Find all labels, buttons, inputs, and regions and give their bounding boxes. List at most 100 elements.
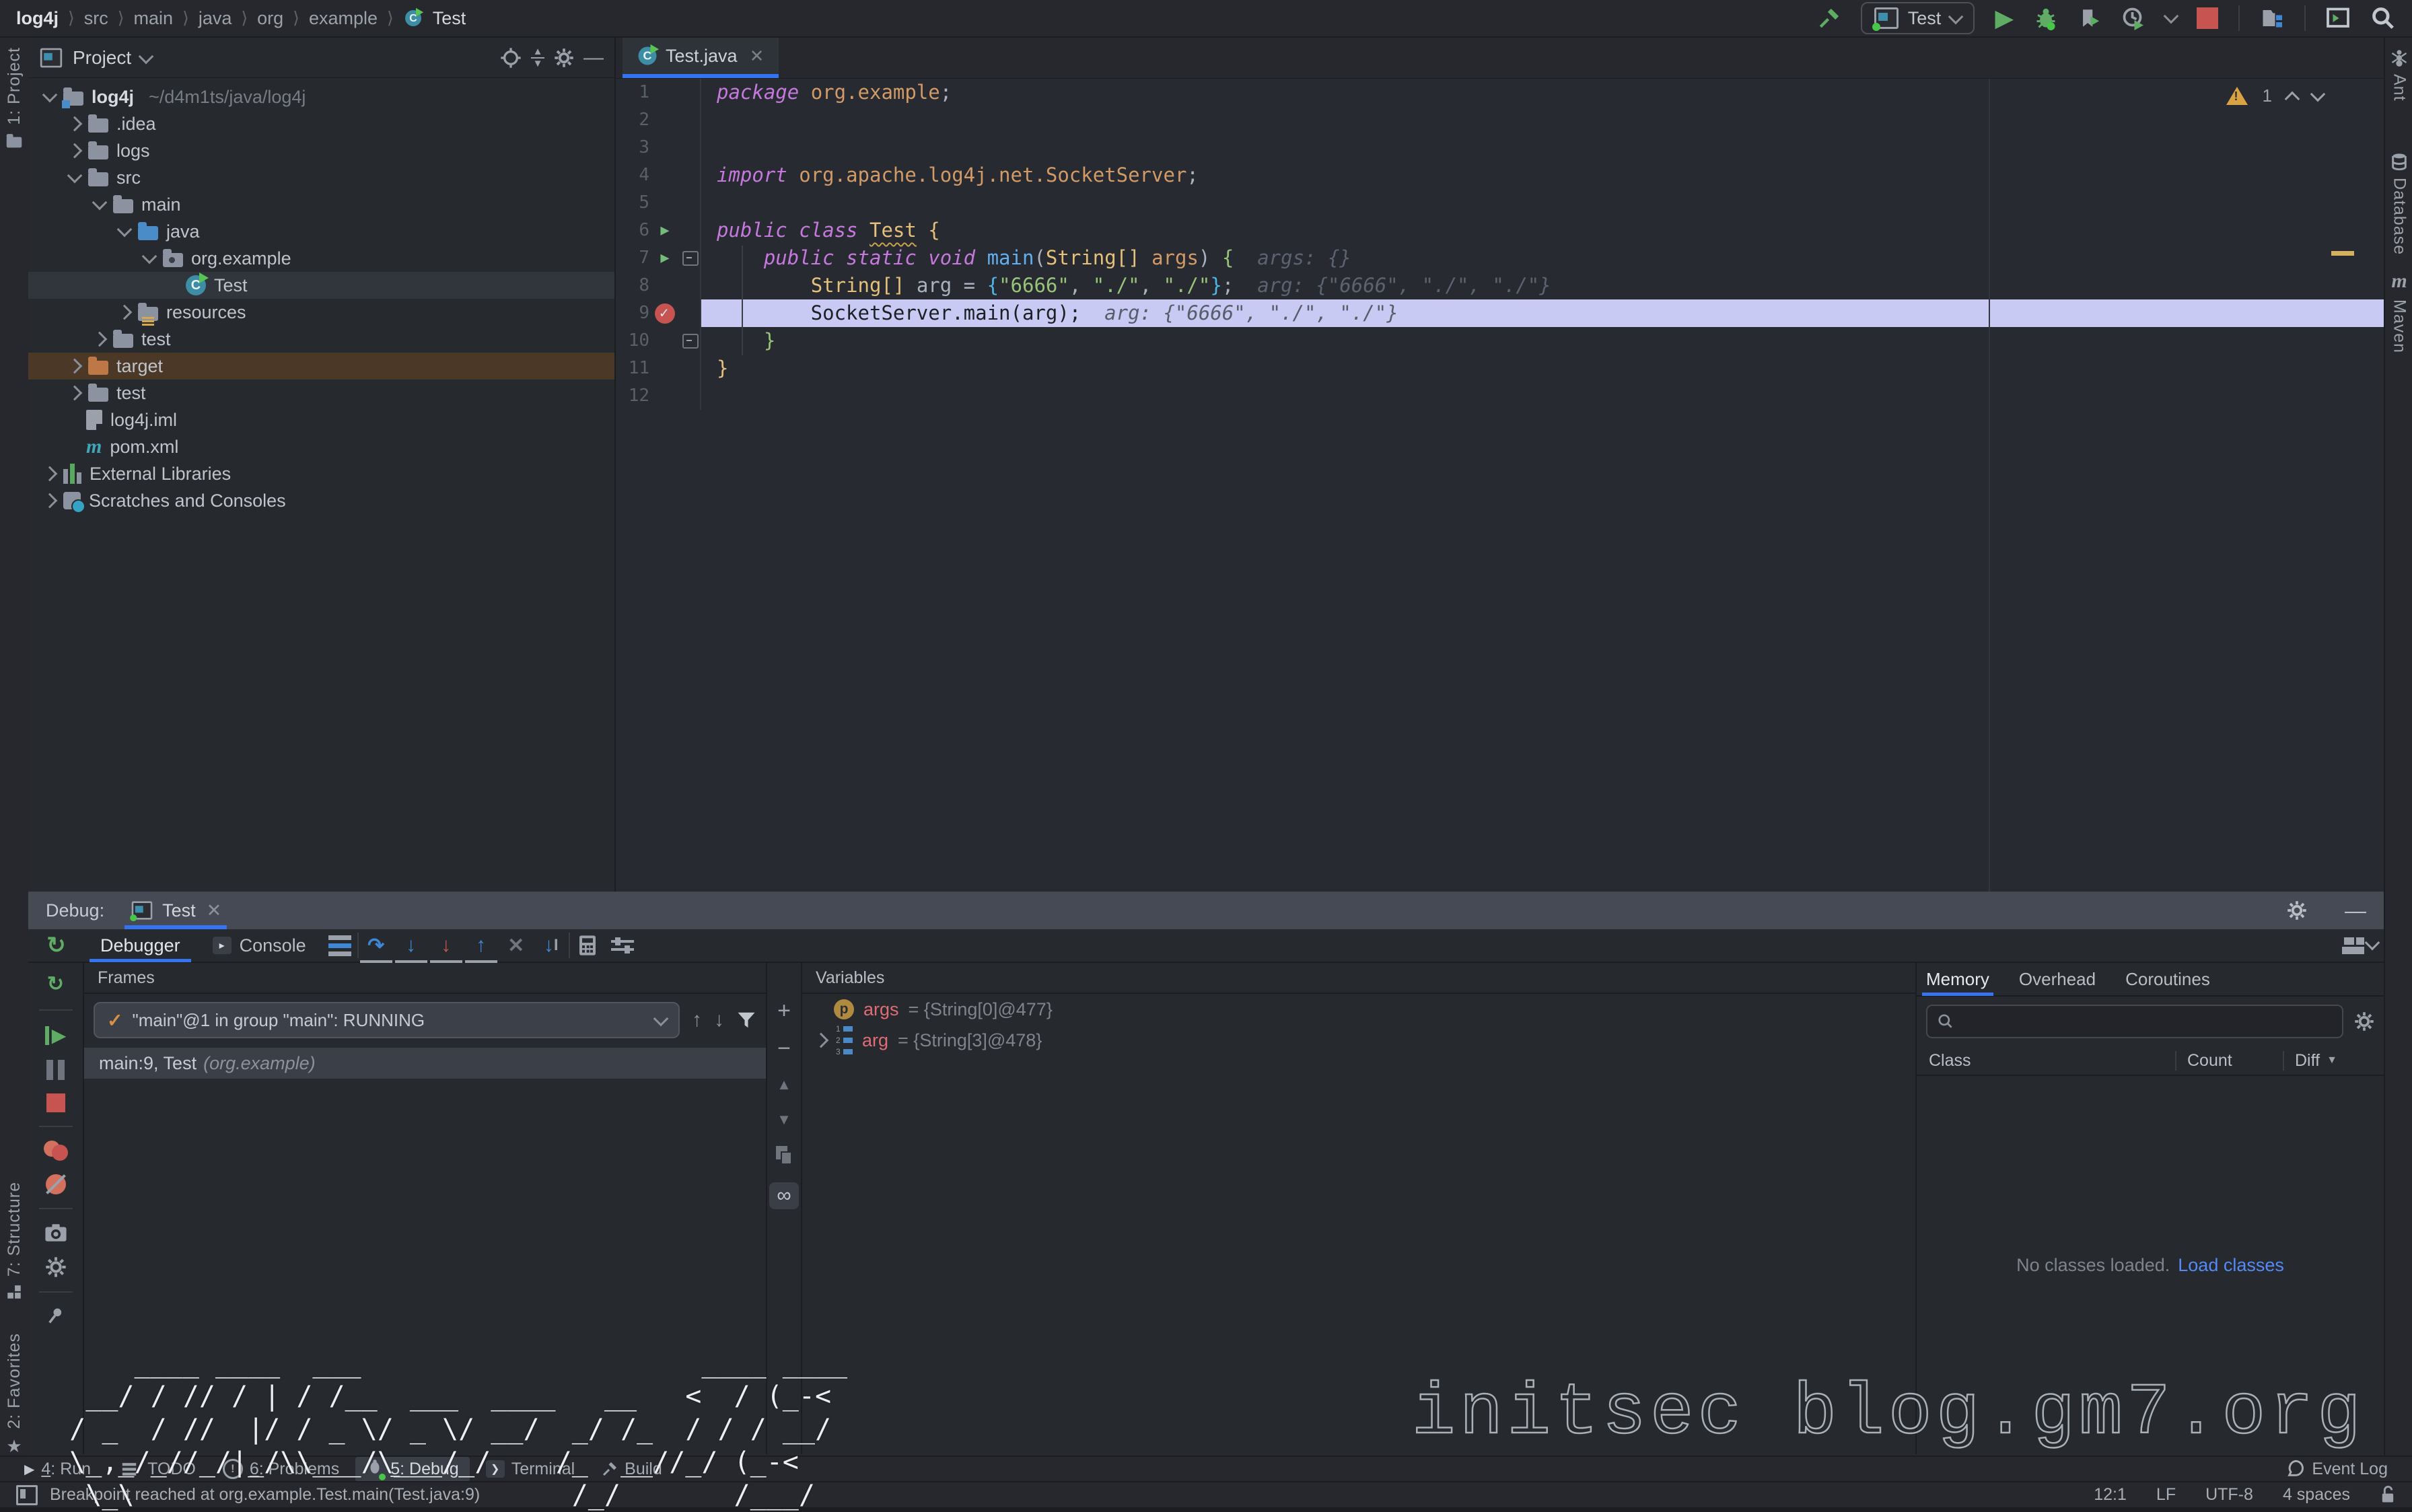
tree-expand-icon[interactable] [42,493,58,509]
filter-frames-icon[interactable] [736,1011,756,1030]
tree-item-logs[interactable]: logs [28,137,614,164]
inspection-widget[interactable]: 1 [2226,85,2323,106]
tab-debugger[interactable]: Debugger [84,929,197,962]
breadcrumb-item[interactable]: org [257,8,283,29]
stop-program-icon[interactable] [46,1093,65,1112]
gutter[interactable]: 5 [616,189,700,217]
event-log-button[interactable]: Event Log [2275,1458,2399,1480]
rerun-icon[interactable]: ↻ [28,932,84,959]
gutter[interactable]: 6 ▶ [616,217,700,244]
tab-console[interactable]: ▸ Console [197,929,322,962]
next-frame-icon[interactable]: ↓ [714,1009,724,1032]
tree-item-test[interactable]: test [28,380,614,406]
fold-marker-icon[interactable] [682,251,699,266]
variable-row-args[interactable]: pargs = {String[0]@477} [802,994,1915,1025]
search-everywhere-icon[interactable] [2370,5,2396,31]
gutter[interactable]: 2 [616,106,700,134]
resume-program-icon[interactable]: ▶ [45,1024,67,1046]
gutter[interactable]: 9 [616,299,700,327]
lock-open-icon[interactable] [2380,1486,2396,1505]
tree-expand-icon[interactable] [67,359,83,374]
column-class[interactable]: Class [1917,1051,2175,1071]
editor-tab-test-java[interactable]: C Test.java ✕ [623,38,779,78]
locate-file-icon[interactable] [500,47,522,69]
collapse-all-icon[interactable]: ▲▼ [531,48,544,68]
tree-expand-icon[interactable] [42,466,58,482]
debug-session-tab[interactable]: Test ✕ [125,892,227,929]
step-out-icon[interactable]: ↑ [464,931,499,960]
gutter[interactable]: 3 [616,134,700,161]
fold-marker-icon[interactable] [682,334,699,349]
thread-selector[interactable]: ✓ "main"@1 in group "main": RUNNING [94,1002,680,1038]
gutter[interactable]: 4 [616,161,700,189]
drop-frame-icon[interactable]: ✕ [499,931,534,960]
close-tab-icon[interactable]: ✕ [750,46,765,67]
code-line-7[interactable]: 7 ▶ public static void main(String[] arg… [616,244,2384,272]
add-watch-icon[interactable]: + [777,1001,791,1021]
file-encoding[interactable]: UTF-8 [2205,1485,2253,1505]
memory-tab-coroutines[interactable]: Coroutines [2125,962,2210,996]
tree-expand-icon[interactable] [67,143,83,159]
breadcrumb-item[interactable]: Test [433,8,466,29]
pause-program-icon[interactable] [46,1060,65,1080]
expand-variable-icon[interactable] [814,1033,829,1048]
prev-problem-icon[interactable] [2285,91,2300,106]
memory-tab-overhead[interactable]: Overhead [2019,962,2096,996]
tool-stripe-favorites[interactable]: 2: Favorites ★ [0,1333,28,1457]
evaluate-expression-icon[interactable] [570,931,605,960]
tree-item-resources[interactable]: resources [28,299,614,326]
build-hammer-icon[interactable] [1818,7,1841,30]
view-breakpoints-icon[interactable] [44,1141,68,1161]
stop-button[interactable] [2197,7,2218,29]
layout-corner-icon[interactable] [16,1485,38,1505]
run-with-coverage-button[interactable] [2078,7,2101,30]
move-watch-down-icon[interactable]: ▼ [777,1111,791,1128]
tree-item-java[interactable]: java [28,218,614,245]
tree-collapse-icon[interactable] [42,87,58,103]
run-to-cursor-icon[interactable]: ↓I [534,931,569,960]
pin-tab-icon[interactable] [46,1306,65,1325]
gutter[interactable]: 7 ▶ [616,244,700,272]
memory-settings-gear-icon[interactable] [2354,1011,2374,1032]
step-over-icon[interactable]: ↷ [359,931,394,960]
project-view-dropdown-icon[interactable] [139,48,154,64]
code-line-12[interactable]: 12 [616,382,2384,410]
scrollbar-warning-mark[interactable] [2331,251,2354,256]
memory-tab-memory[interactable]: Memory [1926,962,1989,996]
close-session-icon[interactable]: ✕ [207,900,222,921]
prev-frame-icon[interactable]: ↑ [692,1009,702,1032]
threads-view-icon[interactable] [322,931,357,960]
breadcrumb-item[interactable]: java [199,8,232,29]
tree-expand-icon[interactable] [67,386,83,401]
next-problem-icon[interactable] [2310,86,2326,102]
project-settings-gear-icon[interactable] [554,48,574,68]
tree-collapse-icon[interactable] [92,195,108,211]
view-options-icon[interactable] [605,931,640,960]
code-line-11[interactable]: 11 } [616,355,2384,382]
debug-button[interactable] [2034,6,2058,30]
tree-item-test[interactable]: CTest [28,272,614,299]
indent-setting[interactable]: 4 spaces [2283,1485,2350,1505]
mute-breakpoints-icon[interactable] [46,1174,66,1194]
breadcrumb-item[interactable]: main [134,8,174,29]
run-button[interactable]: ▶ [1995,4,2014,32]
tree-item-scratches-and-consoles[interactable]: Scratches and Consoles [28,487,614,514]
gutter[interactable]: 12 [616,382,700,410]
code-line-10[interactable]: 10 } [616,327,2384,355]
run-configuration-select[interactable]: Test [1861,2,1975,34]
variable-row-arg[interactable]: arg = {String[3]@478} [802,1025,1915,1056]
tool-stripe-project[interactable]: 1: Project [0,47,28,149]
profiler-button[interactable] [2121,6,2145,30]
run-anything-icon[interactable] [2326,6,2350,30]
load-classes-link[interactable]: Load classes [2178,1255,2284,1276]
breadcrumb-item[interactable]: example [309,8,378,29]
tool-stripe-maven[interactable]: m Maven [2385,270,2412,353]
layout-settings-icon[interactable] [2342,931,2377,960]
gutter[interactable]: 1 [616,79,700,106]
minimize-panel-icon[interactable]: — [2345,898,2366,923]
code-line-6[interactable]: 6 ▶ public class Test { [616,217,2384,244]
project-structure-icon[interactable] [2260,6,2284,30]
tree-item-log4j[interactable]: log4j ~/d4m1ts/java/log4j [28,83,614,110]
code-line-4[interactable]: 4 import org.apache.log4j.net.SocketServ… [616,161,2384,189]
tree-item-src[interactable]: src [28,164,614,191]
